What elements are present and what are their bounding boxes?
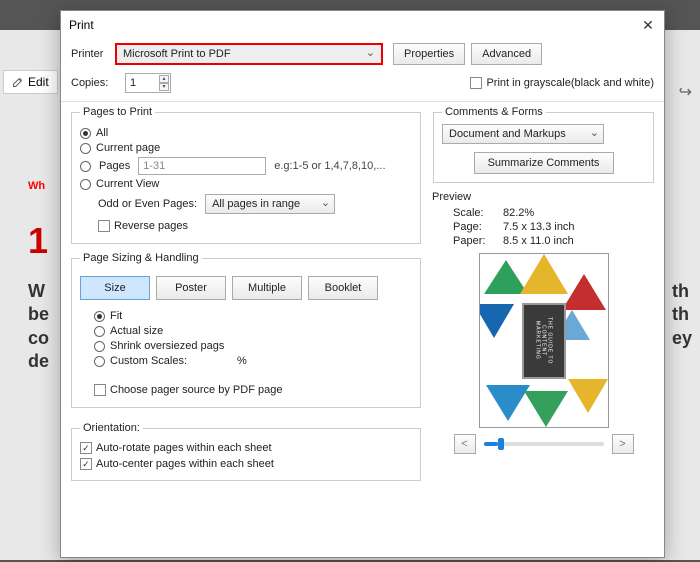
auto-rotate-checkbox[interactable]: ✓Auto-rotate pages within each sheet (80, 442, 272, 454)
comments-group: Comments & Forms Document and Markups Su… (433, 106, 654, 183)
comments-legend: Comments & Forms (442, 106, 546, 118)
next-page-button[interactable]: > (612, 434, 634, 454)
radio-current-view[interactable]: Current View (80, 178, 412, 190)
close-button[interactable]: ✕ (638, 15, 658, 35)
radio-fit[interactable]: Fit (94, 310, 412, 322)
printer-select[interactable]: Microsoft Print to PDF (115, 43, 383, 65)
pages-range-input[interactable]: 1-31 (138, 157, 266, 175)
checkbox-icon (470, 77, 482, 89)
grayscale-checkbox[interactable]: Print in grayscale(black and white) (470, 77, 654, 89)
sizing-group: Page Sizing & Handling Size Poster Multi… (71, 252, 421, 408)
comments-select[interactable]: Document and Markups (442, 124, 604, 144)
bg-number: 1 (28, 220, 48, 262)
edit-label: Edit (28, 75, 49, 89)
orientation-group: Orientation: ✓Auto-rotate pages within e… (71, 422, 421, 481)
radio-current-page[interactable]: Current page (80, 142, 412, 154)
prev-page-button[interactable]: < (454, 434, 476, 454)
titlebar: Print ✕ (61, 11, 664, 39)
odd-even-label: Odd or Even Pages: (98, 198, 197, 210)
summarize-button[interactable]: Summarize Comments (474, 152, 614, 174)
preview-legend: Preview (429, 191, 474, 203)
copies-input[interactable]: 1 ▴▾ (125, 73, 171, 93)
pages-to-print-group: Pages to Print All Current page Pages 1-… (71, 106, 421, 244)
tab-poster[interactable]: Poster (156, 276, 226, 300)
tab-multiple[interactable]: Multiple (232, 276, 302, 300)
dialog-title: Print (69, 18, 94, 32)
choose-source-checkbox[interactable]: Choose pager source by PDF page (94, 384, 282, 396)
edit-button[interactable]: Edit (3, 70, 58, 94)
printer-label: Printer (71, 48, 115, 60)
tab-size[interactable]: Size (80, 276, 150, 300)
sizing-legend: Page Sizing & Handling (80, 252, 202, 264)
copies-spinner[interactable]: ▴▾ (159, 75, 169, 91)
grayscale-label: Print in grayscale(black and white) (486, 77, 654, 89)
bg-paragraph-right: ththey (672, 280, 697, 350)
odd-even-select[interactable]: All pages in range (205, 194, 335, 214)
copies-value: 1 (130, 77, 136, 89)
close-icon: ✕ (642, 17, 654, 34)
preview-thumbnail: THE GUIDE TO CONTENT MARKETING (479, 253, 609, 428)
preview-badge: THE GUIDE TO CONTENT MARKETING (522, 303, 566, 379)
radio-actual[interactable]: Actual size (94, 325, 412, 337)
radio-all[interactable]: All (80, 127, 412, 139)
radio-pages[interactable]: Pages 1-31 e.g:1-5 or 1,4,7,8,10,... (80, 157, 412, 175)
redo-icon[interactable]: ↪ (679, 82, 692, 102)
orient-legend: Orientation: (80, 422, 143, 434)
properties-button[interactable]: Properties (393, 43, 465, 65)
copies-label: Copies: (71, 77, 115, 89)
page-slider[interactable] (484, 442, 604, 446)
preview-group: Preview Scale:82.2% Page:7.5 x 13.3 inch… (433, 191, 654, 456)
reverse-checkbox[interactable]: Reverse pages (98, 220, 188, 232)
print-dialog: Print ✕ Printer Microsoft Print to PDF P… (60, 10, 665, 558)
auto-center-checkbox[interactable]: ✓Auto-center pages within each sheet (80, 458, 274, 470)
pages-hint: e.g:1-5 or 1,4,7,8,10,... (274, 160, 385, 172)
printer-value: Microsoft Print to PDF (123, 48, 231, 60)
pencil-icon (12, 76, 24, 88)
radio-shrink[interactable]: Shrink oversiezed pags (94, 340, 412, 352)
radio-custom[interactable]: Custom Scales:% (94, 355, 412, 367)
ptp-legend: Pages to Print (80, 106, 155, 118)
tab-booklet[interactable]: Booklet (308, 276, 378, 300)
advanced-button[interactable]: Advanced (471, 43, 542, 65)
